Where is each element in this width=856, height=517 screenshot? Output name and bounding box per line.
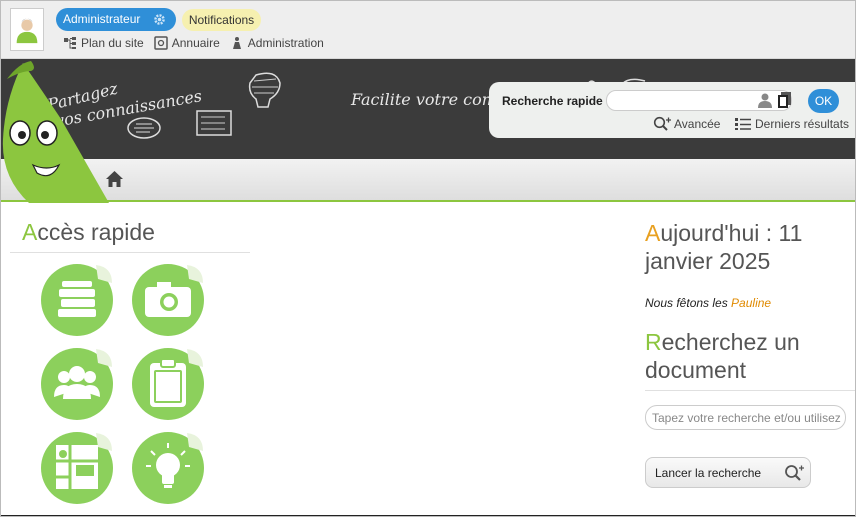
search-plus-icon	[785, 465, 804, 481]
directory-label: Annuaire	[171, 36, 220, 50]
document-filter-icon[interactable]	[778, 92, 792, 108]
notifications-button[interactable]: Notifications	[182, 9, 261, 31]
directory-link[interactable]: Annuaire	[153, 36, 220, 50]
admin-icon	[232, 37, 241, 49]
quick-access-title: Accès rapide	[10, 219, 250, 253]
people-icon	[41, 348, 113, 420]
advanced-search-label: Avancée	[674, 116, 721, 131]
launch-search-label: Lancer la recherche	[655, 466, 762, 480]
gear-icon	[154, 14, 165, 25]
tile-forms[interactable]	[131, 347, 205, 421]
calendar-map-icon	[41, 432, 113, 504]
admin-menu-label: Administrateur	[63, 12, 141, 26]
launch-search-button[interactable]: Lancer la recherche	[645, 457, 811, 488]
site-map-label: Plan du site	[81, 36, 144, 50]
books-icon	[41, 264, 113, 336]
administration-link[interactable]: Administration	[230, 36, 324, 50]
advanced-search-link[interactable]: Avancée	[653, 116, 720, 131]
document-search-input[interactable]: Tapez votre recherche et/ou utilisez	[645, 405, 846, 430]
tile-gallery[interactable]	[131, 263, 205, 337]
top-links: Plan du site Annuaire Administration	[63, 36, 324, 50]
mascot-logo	[2, 61, 109, 203]
administration-label: Administration	[247, 36, 324, 50]
page: Administrateur Notifications Plan du sit…	[0, 0, 856, 517]
last-results-label: Derniers résultats	[755, 116, 850, 131]
top-bar: Administrateur Notifications Plan du sit…	[1, 1, 855, 59]
banner-lightbulb-icon	[248, 72, 281, 108]
camera-icon	[132, 264, 204, 336]
nav-bar	[1, 159, 855, 202]
last-results-link[interactable]: Derniers résultats	[734, 116, 849, 131]
quick-search-ok-button[interactable]: OK	[808, 89, 839, 113]
tile-ideas[interactable]	[131, 431, 205, 505]
tile-library[interactable]	[40, 263, 114, 337]
quick-search-label: Recherche rapide	[502, 94, 603, 108]
avatar[interactable]	[10, 8, 44, 51]
quick-access-grid	[40, 263, 210, 508]
banner-slogan-3: Facilite votre comm	[351, 90, 513, 109]
document-search-title: Recherchez un document	[645, 328, 855, 391]
chat-bubble-icon	[127, 117, 161, 139]
lightbulb-icon	[132, 432, 204, 504]
quick-search-panel: Recherche rapide OK Avancée Derniers rés…	[489, 82, 855, 138]
advanced-search-icon	[653, 116, 671, 131]
feast-day: Nous fêtons les Pauline	[645, 296, 772, 310]
user-avatar-icon	[11, 9, 43, 50]
person-filter-icon[interactable]	[757, 92, 773, 108]
tile-calendar[interactable]	[40, 431, 114, 505]
site-map-link[interactable]: Plan du site	[63, 36, 144, 50]
sitemap-icon	[64, 37, 76, 49]
sidebar: Aujourd'hui : 11 janvier 2025 Nous fêton…	[645, 219, 855, 488]
quick-access-section: Accès rapide	[10, 219, 250, 253]
results-list-icon	[735, 118, 751, 130]
directory-icon	[153, 36, 168, 50]
tile-directory[interactable]	[40, 347, 114, 421]
admin-menu-button[interactable]: Administrateur	[56, 8, 176, 31]
feast-name[interactable]: Pauline	[731, 296, 771, 310]
today-title: Aujourd'hui : 11 janvier 2025	[645, 220, 803, 274]
screen-icon	[196, 110, 232, 136]
clipboard-icon	[132, 348, 204, 420]
